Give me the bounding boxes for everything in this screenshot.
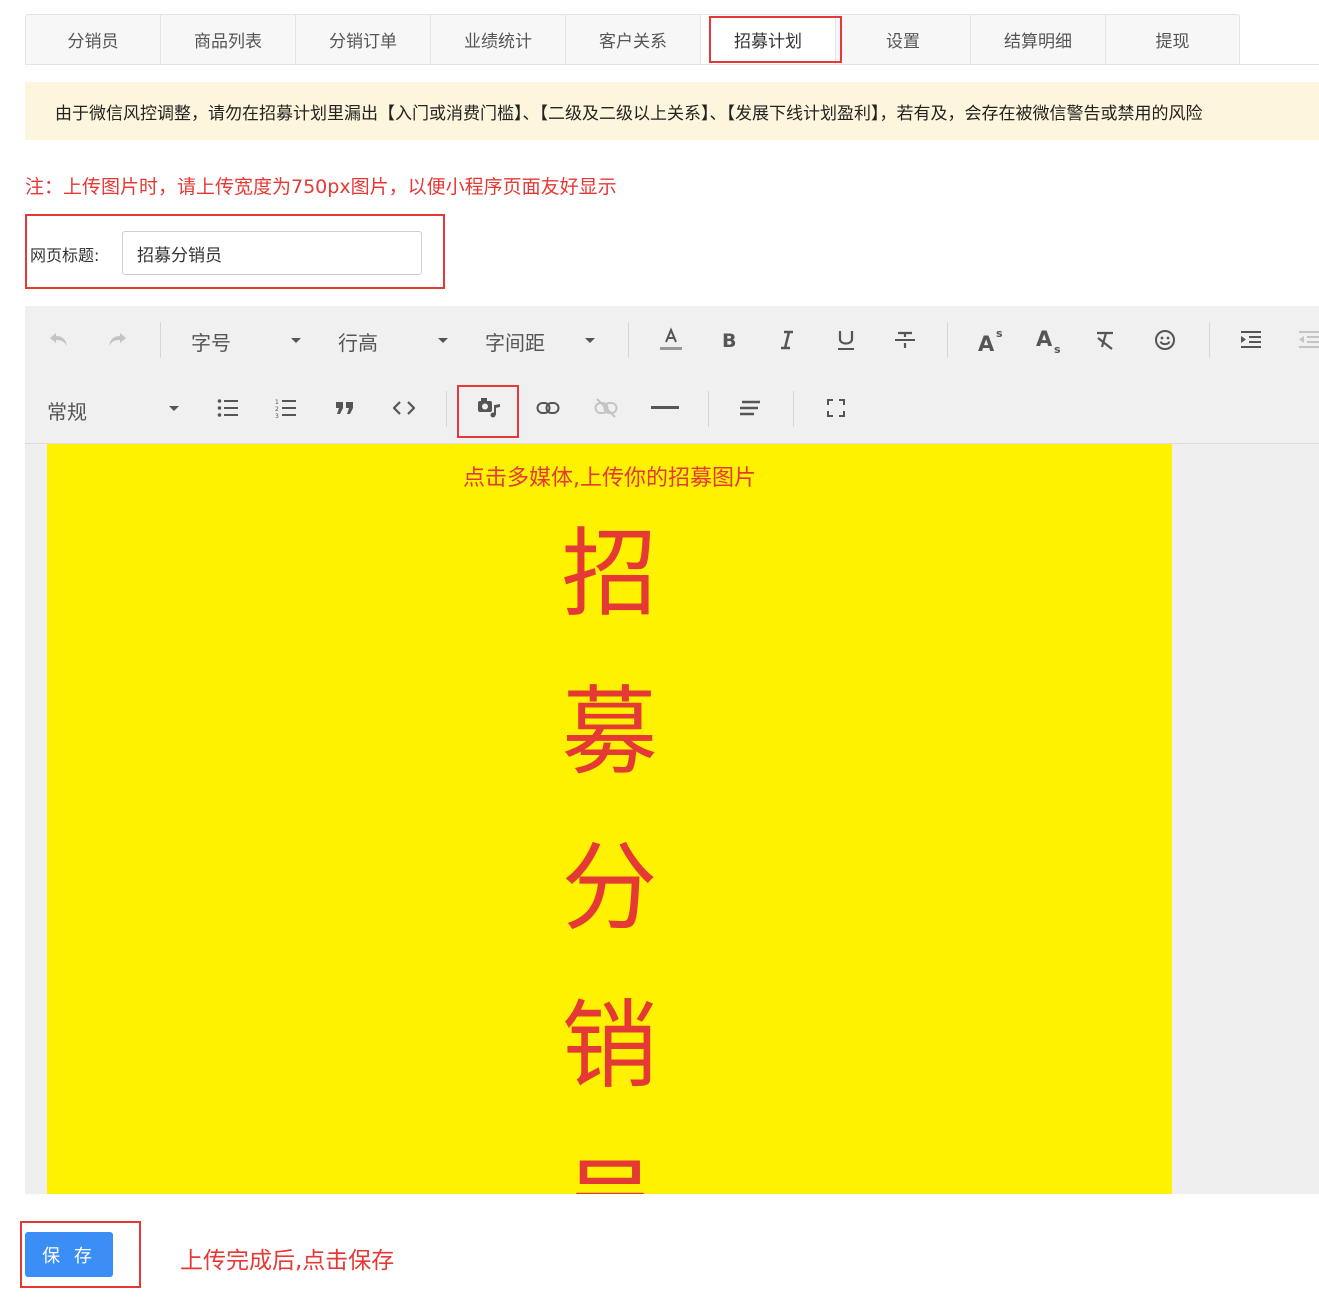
subscript-icon[interactable]: As <box>1033 324 1067 356</box>
line-height-dropdown[interactable]: 行高 <box>338 327 378 356</box>
notice-text: 由于微信风控调整，请勿在招募计划里漏出【入门或消费门槛】、【二级及二级以上关系】… <box>55 103 1203 124</box>
numbered-list-icon[interactable]: 123 <box>272 394 300 422</box>
poster-char: 销 <box>561 990 658 1102</box>
emoji-icon[interactable] <box>1151 326 1179 354</box>
svg-text:s: s <box>996 327 1003 340</box>
tab-withdraw[interactable]: 提现 <box>1105 14 1240 64</box>
underline-icon[interactable] <box>832 326 860 354</box>
tab-customer-relations[interactable]: 客户关系 <box>565 14 700 64</box>
outdent-icon[interactable] <box>1295 326 1319 354</box>
paragraph-style-dropdown[interactable]: 常规 <box>47 396 87 425</box>
toolbar-divider <box>947 322 948 358</box>
italic-icon[interactable] <box>773 326 801 354</box>
letter-spacing-dropdown[interactable]: 字间距 <box>485 327 545 356</box>
bullet-list-icon[interactable] <box>214 394 242 422</box>
unlink-icon[interactable] <box>592 394 620 422</box>
indent-icon[interactable] <box>1237 326 1265 354</box>
clear-format-icon[interactable] <box>1091 326 1119 354</box>
align-icon[interactable] <box>736 394 764 422</box>
svg-text:3: 3 <box>275 413 279 418</box>
tab-product-list[interactable]: 商品列表 <box>160 14 295 64</box>
poster-char: 募 <box>561 676 658 788</box>
poster-char: 招 <box>561 518 658 630</box>
poster-hint-text: 点击多媒体,上传你的招募图片 <box>463 466 756 491</box>
font-size-label: 字号 <box>191 331 231 355</box>
svg-text:A: A <box>978 332 995 354</box>
font-color-icon[interactable] <box>656 324 686 354</box>
bold-icon[interactable]: B <box>715 326 743 354</box>
paragraph-style-caret-icon <box>169 406 179 411</box>
font-size-dropdown[interactable]: 字号 <box>191 327 231 356</box>
blockquote-icon[interactable] <box>331 394 359 422</box>
fullscreen-icon[interactable] <box>822 394 850 422</box>
line-height-caret-icon <box>438 338 448 343</box>
link-icon[interactable] <box>534 394 562 422</box>
tab-distribution-orders[interactable]: 分销订单 <box>295 14 430 64</box>
editor-toolbar: 字号 行高 字间距 B As As 常规 123 <box>25 306 1319 444</box>
svg-text:s: s <box>1054 343 1061 355</box>
code-icon[interactable] <box>390 394 418 422</box>
undo-icon[interactable] <box>45 326 73 354</box>
save-hint-text: 上传完成后,点击保存 <box>180 1248 395 1274</box>
upload-note: 注：上传图片时，请上传宽度为750px图片，以便小程序页面友好显示 <box>25 176 617 198</box>
notice-banner: 由于微信风控调整，请勿在招募计划里漏出【入门或消费门槛】、【二级及二级以上关系】… <box>25 82 1319 140</box>
font-size-caret-icon <box>291 338 301 343</box>
save-button[interactable]: 保 存 <box>25 1232 113 1277</box>
editor-content[interactable]: 点击多媒体,上传你的招募图片 招 募 分 销 员 <box>25 444 1319 1194</box>
line-height-label: 行高 <box>338 331 378 355</box>
toolbar-divider <box>1209 322 1210 358</box>
strikethrough-icon[interactable] <box>891 326 919 354</box>
page-title-label: 网页标题: <box>30 246 100 265</box>
superscript-icon[interactable]: As <box>975 324 1009 356</box>
redo-icon[interactable] <box>103 326 131 354</box>
toolbar-divider <box>446 391 447 427</box>
toolbar-divider <box>793 391 794 427</box>
svg-text:1: 1 <box>275 399 279 406</box>
toolbar-divider <box>628 322 629 358</box>
tab-settings[interactable]: 设置 <box>835 14 970 64</box>
svg-text:B: B <box>722 330 736 350</box>
page-title-input[interactable] <box>122 231 422 275</box>
tab-distributor[interactable]: 分销员 <box>25 14 160 64</box>
tab-bar: 分销员 商品列表 分销订单 业绩统计 客户关系 招募计划 设置 结算明细 提现 <box>25 14 1319 65</box>
letter-spacing-caret-icon <box>585 338 595 343</box>
recruitment-poster-image: 点击多媒体,上传你的招募图片 招 募 分 销 员 <box>47 444 1172 1194</box>
svg-text:2: 2 <box>275 406 279 413</box>
letter-spacing-label: 字间距 <box>485 331 545 355</box>
media-icon[interactable] <box>475 394 503 422</box>
toolbar-divider <box>160 322 161 358</box>
tab-settlement-details[interactable]: 结算明细 <box>970 14 1105 64</box>
svg-text:A: A <box>1036 327 1053 351</box>
poster-char: 分 <box>561 832 658 944</box>
tab-recruitment-plan[interactable]: 招募计划 <box>700 14 835 64</box>
paragraph-style-label: 常规 <box>47 400 87 424</box>
toolbar-divider <box>708 391 709 427</box>
tab-performance-stats[interactable]: 业绩统计 <box>430 14 565 64</box>
poster-char: 员 <box>47 1126 1172 1194</box>
horizontal-rule-icon[interactable] <box>649 394 681 422</box>
